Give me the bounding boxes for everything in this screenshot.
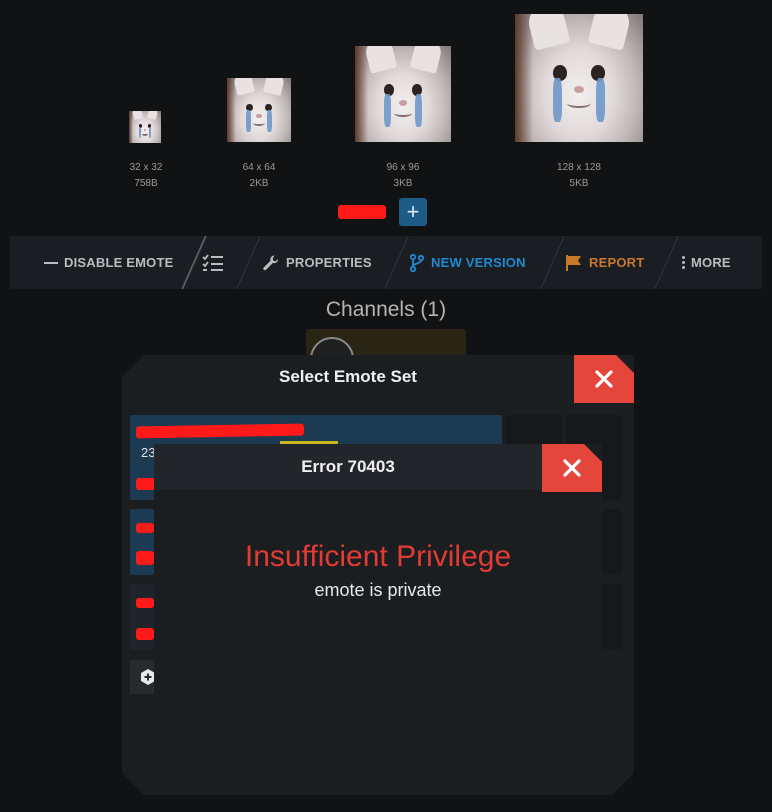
size-dimensions-96: 96 x 96 bbox=[386, 162, 420, 173]
more-button[interactable]: MORE bbox=[682, 236, 731, 289]
emote-set-row[interactable] bbox=[130, 584, 154, 650]
more-label: MORE bbox=[691, 255, 731, 270]
minus-icon bbox=[44, 261, 58, 264]
redacted-set-name bbox=[135, 423, 305, 439]
size-dimensions-64: 64 x 64 bbox=[242, 162, 276, 173]
toolbar-divider bbox=[236, 236, 261, 289]
new-version-label: NEW VERSION bbox=[431, 255, 526, 270]
toolbar-divider bbox=[654, 236, 679, 289]
emote-set-row[interactable] bbox=[130, 509, 154, 575]
emote-preview-64 bbox=[227, 78, 291, 142]
emote-toolbar: DISABLE EMOTE PROPERTIES NEW VERSION REP… bbox=[10, 236, 762, 289]
size-filesize-64: 2KB bbox=[249, 178, 269, 189]
checklist-icon bbox=[202, 253, 223, 271]
disable-emote-button[interactable]: DISABLE EMOTE bbox=[44, 236, 174, 289]
size-dimensions-32: 32 x 32 bbox=[129, 162, 163, 173]
new-version-button[interactable]: NEW VERSION bbox=[409, 236, 526, 289]
size-dimensions-128: 128 x 128 bbox=[557, 162, 601, 173]
toolbar-divider bbox=[540, 236, 565, 289]
properties-button[interactable]: PROPERTIES bbox=[262, 236, 372, 289]
branch-icon bbox=[409, 253, 425, 272]
channels-heading: Channels (1) bbox=[325, 298, 447, 321]
disable-emote-label: DISABLE EMOTE bbox=[64, 255, 174, 270]
size-filesize-32: 758B bbox=[134, 178, 158, 189]
plus-icon: + bbox=[406, 199, 420, 224]
emote-preview-96 bbox=[355, 46, 451, 142]
error-detail: emote is private bbox=[314, 580, 442, 600]
properties-label: PROPERTIES bbox=[286, 255, 372, 270]
error-dialog-title: Error 70403 bbox=[301, 457, 395, 476]
emote-set-dialog-title: Select Emote Set bbox=[279, 367, 417, 386]
close-icon bbox=[562, 458, 582, 478]
more-vertical-icon bbox=[682, 256, 685, 269]
emote-preview-32 bbox=[129, 111, 161, 143]
flag-icon bbox=[566, 254, 581, 271]
redacted-set-owner bbox=[136, 628, 154, 640]
manage-sets-button[interactable] bbox=[202, 236, 224, 289]
report-button[interactable]: REPORT bbox=[565, 236, 644, 289]
redacted-set-name bbox=[136, 523, 154, 533]
add-button[interactable]: + bbox=[399, 198, 427, 226]
redacted-set-owner bbox=[136, 478, 156, 490]
set-toggle-slot[interactable] bbox=[602, 509, 622, 575]
size-filesize-96: 3KB bbox=[393, 178, 413, 189]
size-filesize-128: 5KB bbox=[569, 178, 589, 189]
emote-preview-128 bbox=[515, 14, 643, 142]
toolbar-divider bbox=[384, 236, 409, 289]
wrench-icon bbox=[263, 254, 279, 270]
redacted-set-owner bbox=[136, 551, 154, 565]
set-toggle-slot[interactable] bbox=[602, 584, 622, 650]
close-icon bbox=[594, 369, 614, 389]
error-message: Insufficient Privilege bbox=[244, 540, 512, 573]
report-label: REPORT bbox=[589, 255, 645, 270]
redacted-owner-name bbox=[338, 205, 386, 219]
redacted-set-name bbox=[136, 598, 154, 608]
